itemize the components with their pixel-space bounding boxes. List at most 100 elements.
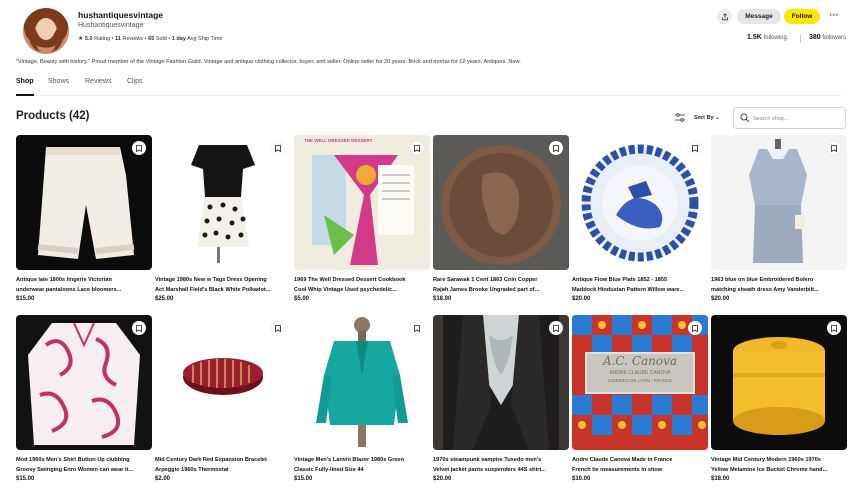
product-title[interactable]: Mod 1960s Men's Shirt Button Up clubbing… [16,455,150,475]
sort-dropdown[interactable]: Sort By ⌄ [694,115,720,121]
product-price: $15.00 [16,296,35,302]
bookmark-icon [275,144,281,152]
product-price: $15.00 [16,476,35,482]
bookmark-button[interactable] [688,141,702,155]
bookmark-icon [275,324,281,332]
star-icon: ★ [78,36,84,42]
product-title[interactable]: 1969 The Well Dressed Dessert Cookbook Co… [294,275,428,295]
more-options-button[interactable]: ··· [826,9,842,24]
product-title[interactable]: Antique late 1800s lingerie Victorian und… [16,275,150,295]
product-image[interactable] [294,315,430,450]
bookmark-icon [414,324,420,332]
rating-value: 5.0 [84,36,93,42]
product-title[interactable]: Vintage 1980s New w Tags Dress Opening Ac… [155,275,289,295]
product-image[interactable] [711,315,847,450]
following-stat[interactable]: 1.5K following [747,34,787,41]
product-image[interactable] [711,135,847,270]
product-image[interactable] [572,135,708,270]
product-price: $20.00 [572,296,591,302]
follow-button[interactable]: Follow [784,9,820,24]
product-image[interactable] [16,135,152,270]
profile-bio: "Vintage, Beauty with history." Proud me… [16,59,521,65]
product-price: $18.00 [433,296,452,302]
sold-count: 65 [148,36,155,42]
product-price: $5.00 [294,296,310,302]
stats-divider [800,34,801,43]
tab-reviews[interactable]: Reviews [85,78,111,85]
bookmark-button[interactable] [410,141,424,155]
bookmark-icon [831,324,837,332]
ship-label: Avg Ship Time [187,36,223,42]
product-image[interactable] [433,315,569,450]
product-price: $25.00 [155,296,174,302]
tie-label-loc: SOIERIES DE LYON · FRANCE [607,378,673,383]
product-image[interactable] [155,135,291,270]
product-title[interactable]: 1970s steampunk vampire Tuxedo men's Velv… [433,455,567,475]
share-button[interactable] [717,9,732,24]
product-title[interactable]: Vintage Mid Century Modern 1960s 1970s Ye… [711,455,845,475]
product-image[interactable] [16,315,152,450]
bookmark-button[interactable] [271,141,285,155]
product-title[interactable]: Mid Century Dark Red Expansion Bracelet A… [155,455,289,475]
search-icon [740,113,750,123]
filter-button[interactable] [674,110,686,124]
bookmark-button[interactable] [132,321,146,335]
seller-stats: ★ 5.0 Rating • 11 Reviews • 65 Sold • 1 … [78,36,223,42]
bookmark-button[interactable] [271,321,285,335]
sold-label: Sold [155,36,167,42]
product-title[interactable]: Vintage Men's Lanvin Blazer 1980s Green C… [294,455,428,475]
bookmark-button[interactable] [132,141,146,155]
bookmark-button[interactable] [549,141,563,155]
product-image[interactable] [433,135,569,270]
bookmark-icon [136,144,142,152]
product-price: $10.00 [572,476,591,482]
username[interactable]: hushantiquesvintage [78,10,163,20]
sort-label: Sort By [694,115,714,121]
avatar[interactable] [23,8,69,54]
bookmark-icon [692,144,698,152]
bookmark-button[interactable] [827,141,841,155]
tab-clips[interactable]: Clips [127,78,143,85]
product-price: $18.00 [711,476,730,482]
product-title[interactable]: 1963 blue on blue Embroidered Bolero matc… [711,275,845,295]
products-title: Products (42) [16,110,90,122]
product-image[interactable]: THE WELL DRESSED DESSERT [294,135,430,270]
profile-header: hushantiquesvintage Hushantiquesvintage … [16,8,846,54]
bookmark-icon [692,324,698,332]
message-button[interactable]: Message [737,9,781,24]
cookbook-cover-text: THE WELL DRESSED DESSERT [304,138,373,143]
product-image[interactable]: A.C. Canova ANDRE CLAUDE CANOVA SOIERIES… [572,315,708,450]
search-box[interactable] [733,107,846,129]
chevron-down-icon: ⌄ [715,115,720,121]
bookmark-button[interactable] [688,321,702,335]
tab-shows[interactable]: Shows [48,78,69,85]
search-input[interactable] [753,113,841,124]
bookmark-icon [831,144,837,152]
bookmark-button[interactable] [827,321,841,335]
following-count: 1.5K [747,34,762,41]
bookmark-icon [553,324,559,332]
tie-label-name: A.C. Canova [602,354,678,368]
tab-shop[interactable]: Shop [16,78,34,85]
rating-label: Rating [94,36,111,42]
following-label: following [763,35,787,41]
followers-stat[interactable]: 380 followers [809,34,846,41]
product-price: $15.00 [294,476,313,482]
filter-icon [675,112,685,122]
ship-time: 1 day [171,36,186,42]
product-title[interactable]: Andre Claude Canova Made in France French… [572,455,706,475]
bookmark-button[interactable] [549,321,563,335]
bookmark-button[interactable] [410,321,424,335]
followers-label: followers [822,35,847,41]
reviews-count: 11 [115,36,121,42]
reviews-label: Reviews [122,36,144,42]
product-price: $20.00 [711,296,730,302]
bookmark-icon [414,144,420,152]
bookmark-icon [553,144,559,152]
product-title[interactable]: Rare Sarawak 1 Cent 1863 Coin Copper Raja… [433,275,567,295]
product-title[interactable]: Antique Flow Blue Plate 1852 - 1855 Maddo… [572,275,706,295]
product-price: $2.00 [155,476,171,482]
followers-count: 380 [809,34,821,41]
product-image[interactable] [155,315,291,450]
active-tab-indicator [16,94,34,96]
